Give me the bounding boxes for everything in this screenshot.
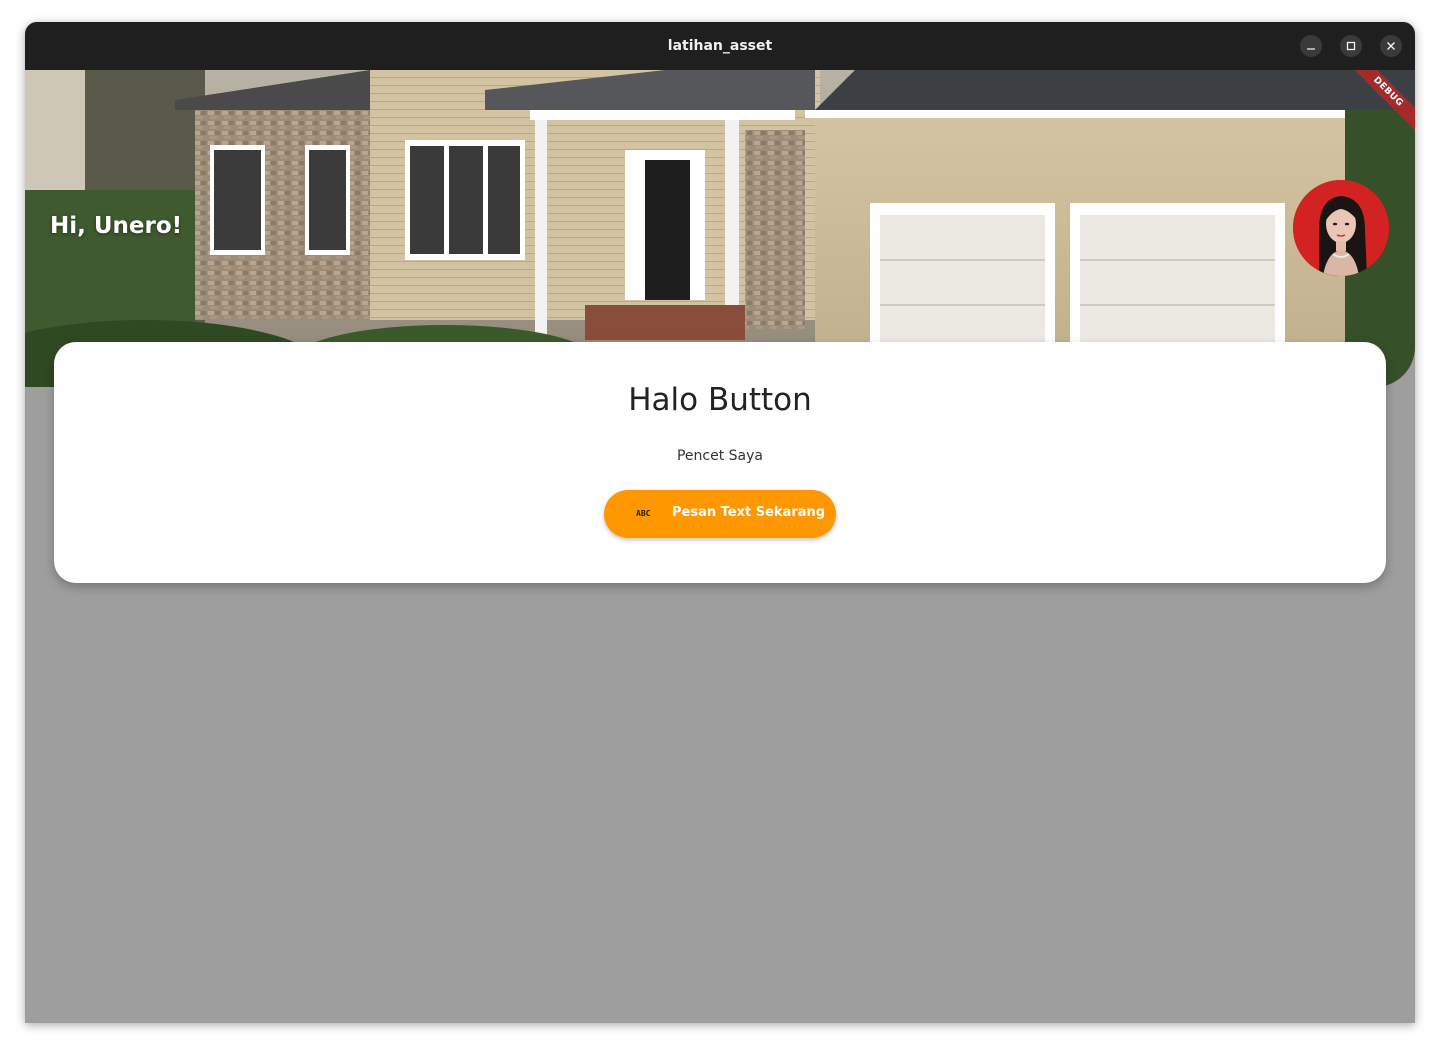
app-content: Hi, Unero! DEBUG Halo Button Pencet Saya… [25,70,1415,1023]
profile-photo [1293,180,1389,276]
abc-icon: ABC [636,509,651,518]
greeting-text: Hi, Unero! [50,213,183,239]
header-house-image: Hi, Unero! DEBUG [25,70,1415,387]
minimize-icon [1307,48,1315,50]
card-subtitle: Pencet Saya [676,448,763,464]
close-button[interactable] [1380,35,1402,57]
minimize-button[interactable] [1300,35,1322,57]
close-icon [1387,42,1395,50]
maximize-button[interactable] [1340,35,1362,57]
maximize-icon [1346,41,1356,51]
app-window: latihan_asset Hi, Unero! DEBUG Halo Butt… [25,22,1415,1023]
card-title: Halo Button [628,382,812,418]
house-photo [25,70,1415,387]
window-title: latihan_asset [667,38,773,54]
send-text-button[interactable]: ABC Pesan Text Sekarang [604,490,836,538]
avatar[interactable] [1293,180,1389,276]
send-text-button-label: Pesan Text Sekarang [672,505,826,520]
title-bar[interactable]: latihan_asset [25,22,1415,70]
button-card: Halo Button Pencet Saya ABC Pesan Text S… [54,342,1386,583]
